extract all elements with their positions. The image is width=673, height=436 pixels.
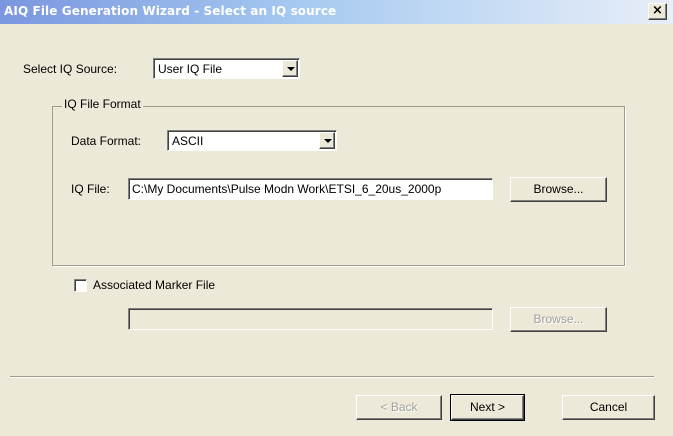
iq-file-label: IQ File: [71,182,110,196]
iq-source-dropdown[interactable]: User IQ File [153,58,300,79]
next-button[interactable]: Next > [450,394,525,421]
browse-iq-file-button[interactable]: Browse... [510,177,607,202]
wizard-dialog: AIQ File Generation Wizard - Select an I… [0,0,673,436]
data-format-value: ASCII [172,134,204,148]
iq-file-path: C:\My Documents\Pulse Modn Work\ETSI_6_2… [132,182,442,196]
footer-separator [10,376,654,378]
chevron-down-icon[interactable] [319,132,335,149]
iq-source-value: User IQ File [158,62,223,76]
cancel-button[interactable]: Cancel [562,395,655,420]
data-format-dropdown[interactable]: ASCII [167,130,337,151]
close-button[interactable]: × [648,3,667,20]
window-title: AIQ File Generation Wizard - Select an I… [4,4,337,18]
chevron-down-icon[interactable] [282,60,298,77]
iq-file-input[interactable]: C:\My Documents\Pulse Modn Work\ETSI_6_2… [128,178,493,200]
select-source-label: Select IQ Source: [23,62,118,76]
back-button[interactable]: < Back [356,395,442,420]
title-bar[interactable]: AIQ File Generation Wizard - Select an I… [0,0,673,24]
browse-marker-file-button[interactable]: Browse... [510,307,607,332]
associated-marker-label: Associated Marker File [93,278,216,292]
associated-marker-checkbox[interactable] [74,279,87,292]
close-icon: × [652,3,663,18]
marker-file-input[interactable] [128,308,493,330]
iq-file-format-title: IQ File Format [62,97,143,111]
data-format-label: Data Format: [71,134,142,148]
